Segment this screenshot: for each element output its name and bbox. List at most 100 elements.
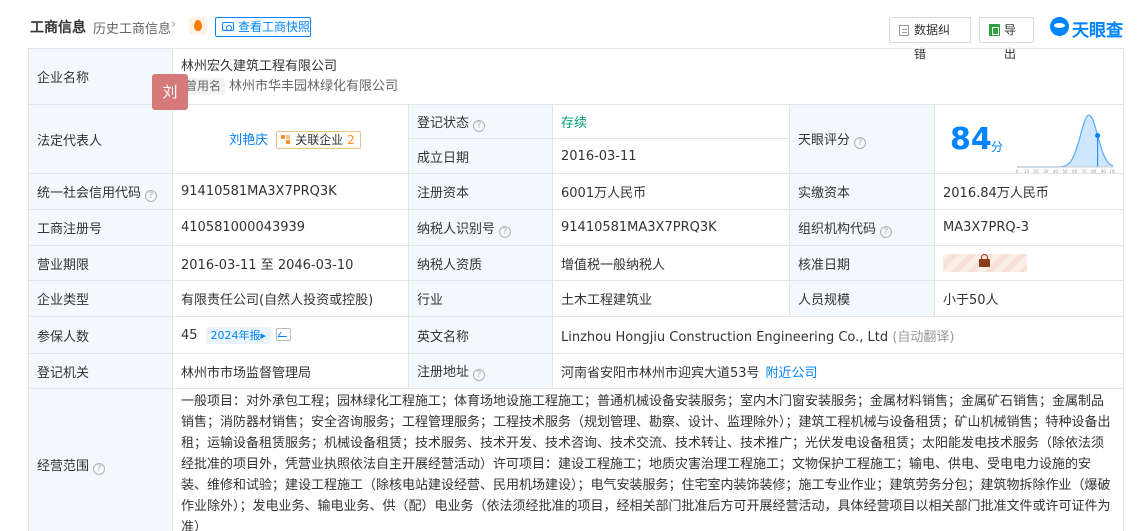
distribution-area [1017, 115, 1113, 167]
industry-value: 土木工程建筑业 [552, 280, 790, 317]
table-row: 工商注册号 410581000043939 纳税人识别号? 91410581MA… [28, 209, 1125, 246]
table-row: 登记机关 林州市市场监督管理局 注册地址? 河南省安阳市林州市迎宾大道53号 附近… [28, 353, 1125, 389]
taxpayer-id-value: 91410581MA3X7PRQ3K [552, 209, 790, 246]
section-title: 工商信息 [30, 20, 86, 36]
legal-rep-label: 法定代表人 [28, 104, 173, 174]
former-name-row: 曾用名 林州市华丰园林绿化有限公司 [181, 77, 1115, 97]
help-icon[interactable]: ? [880, 225, 893, 238]
taxpayer-type-value: 增值税一般纳税人 [552, 245, 790, 281]
distribution-tick-label: 80 [1091, 169, 1097, 173]
reg-no-value: 410581000043939 [172, 209, 409, 246]
score-widget[interactable]: 84 分 0 10 2030 4050 60 7080 90100 [933, 105, 1123, 174]
staff-size-value: 小于50人 [933, 280, 1125, 317]
related-companies-icon [281, 135, 291, 145]
company-name-cell: 林州宏久建筑工程有限公司 曾用名 林州市华丰园林绿化有限公司 [171, 48, 1125, 105]
table-row: 参保人数 45 2024年报▸ 英文名称 Linzhou Hongjiu Cons… [28, 316, 1125, 354]
related-companies-count: 2 [347, 133, 355, 147]
reg-status-label-cell: 登记状态? [408, 104, 553, 139]
help-icon[interactable]: ? [499, 225, 512, 238]
avatar[interactable]: 刘 [152, 74, 188, 110]
credit-code-label-cell: 统一社会信用代码? [28, 173, 173, 210]
related-companies-tag[interactable]: 关联企业 2 [276, 131, 361, 149]
english-name-cell: Linzhou Hongjiu Construction Engineering… [551, 316, 1125, 354]
auto-translate-note: (自动翻译) [892, 329, 955, 345]
paid-capital-label: 实缴资本 [789, 173, 935, 210]
trend-chart-icon[interactable] [276, 327, 292, 341]
distribution-tick-label: 0 [1016, 169, 1019, 173]
snapshot-label: 查看工商快照 [238, 20, 311, 34]
data-correction-button[interactable]: 数据纠错 [889, 17, 971, 61]
help-icon[interactable]: ? [93, 462, 106, 475]
table-row: 营业期限 2016-03-11 至 2046-03-10 纳税人资质 增值税一般… [28, 245, 1125, 281]
distribution-tick-label: 70 [1082, 169, 1088, 173]
insured-label: 参保人数 [28, 316, 173, 354]
related-companies-label: 关联企业 [295, 133, 344, 147]
credit-code-value: 91410581MA3X7PRQ3K [172, 173, 409, 210]
chevron-right-icon[interactable]: › [171, 17, 176, 32]
reg-address-label-cell: 注册地址? [408, 353, 553, 389]
approval-date-cell [933, 245, 1125, 281]
reg-capital-value: 6001万人民币 [552, 173, 790, 210]
insured-count: 45 [181, 327, 198, 343]
brand-name: 天眼查 [1072, 21, 1123, 41]
distribution-tick-label: 20 [1034, 169, 1040, 173]
table-row: 企业名称 林州宏久建筑工程有限公司 曾用名 林州市华丰园林绿化有限公司 [28, 48, 1125, 105]
score-unit: 分 [991, 140, 1004, 154]
industry-label: 行业 [408, 280, 553, 317]
distribution-tick-label: 30 [1043, 169, 1049, 173]
term-value: 2016-03-11 至 2046-03-10 [172, 245, 409, 281]
history-link[interactable]: 历史工商信息 [93, 18, 171, 37]
help-icon[interactable]: ? [145, 189, 158, 202]
company-name: 林州宏久建筑工程有限公司 [181, 58, 338, 74]
approval-date-label: 核准日期 [789, 245, 935, 281]
reg-status-badge: 存续 [561, 116, 588, 131]
brand-logo-icon [1050, 17, 1069, 36]
excel-icon [989, 24, 1000, 36]
scope-label: 经营范围 [37, 458, 90, 474]
distribution-tick-label: 100 [1109, 169, 1115, 173]
english-name-value: Linzhou Hongjiu Construction Engineering… [561, 329, 889, 345]
document-icon [899, 25, 909, 36]
help-icon[interactable]: ? [854, 137, 867, 149]
fire-icon[interactable] [189, 17, 207, 35]
term-label: 营业期限 [28, 245, 173, 281]
lock-icon [979, 254, 990, 267]
scope-label-cell: 经营范围? [28, 388, 173, 531]
org-code-label-cell: 组织机构代码? [789, 209, 935, 246]
camera-icon [222, 22, 234, 31]
score-marker [1095, 132, 1101, 138]
table-row: 企业类型 有限责任公司(自然人投资或控股) 行业 土木工程建筑业 人员规模 小于… [28, 280, 1125, 317]
taxpayer-type-label: 纳税人资质 [408, 245, 553, 281]
company-type-label: 企业类型 [28, 280, 173, 317]
distribution-tick-label: 60 [1072, 169, 1078, 173]
taxpayer-id-label: 纳税人识别号 [417, 221, 496, 237]
reg-address-value: 河南省安阳市林州市迎宾大道53号 [561, 365, 760, 381]
found-date-value: 2016-03-11 [552, 138, 790, 174]
help-icon[interactable]: ? [473, 119, 486, 132]
annual-report-tag[interactable]: 2024年报▸ [205, 326, 272, 344]
reg-status-label: 登记状态 [417, 115, 470, 131]
insured-cell: 45 2024年报▸ [172, 316, 409, 354]
found-date-label: 成立日期 [408, 138, 553, 174]
export-button[interactable]: 导出 [979, 17, 1034, 61]
reg-address-label: 注册地址 [417, 365, 470, 380]
paid-capital-value: 2016.84万人民币 [933, 173, 1125, 210]
legal-rep-name[interactable]: 刘艳庆 [229, 133, 268, 148]
help-icon[interactable]: ? [473, 369, 486, 381]
score-label-cell: 天眼评分? [789, 104, 935, 174]
reg-status-value: 存续 [552, 104, 790, 139]
nearby-companies-link[interactable]: 附近公司 [766, 366, 818, 381]
snapshot-button[interactable]: 查看工商快照 [215, 17, 311, 37]
legal-rep-cell: 刘艳庆 关联企业 2 [172, 104, 409, 174]
reg-authority-label: 登记机关 [28, 353, 173, 389]
org-code-value: MA3X7PRQ-3 [933, 209, 1125, 246]
score-value: 84 [950, 122, 992, 157]
score-distribution-chart: 0 10 2030 4050 60 7080 90100 [1016, 114, 1115, 173]
approval-date-locked[interactable] [943, 254, 1027, 272]
table-row: 统一社会信用代码? 91410581MA3X7PRQ3K 注册资本 6001万人… [28, 173, 1125, 210]
company-type-value: 有限责任公司(自然人投资或控股) [172, 280, 409, 317]
score-label: 天眼评分 [798, 133, 851, 148]
taxpayer-id-label-cell: 纳税人识别号? [408, 209, 553, 246]
staff-size-label: 人员规模 [789, 280, 935, 317]
table-row: 经营范围? 一般项目：对外承包工程；园林绿化工程施工；体育场地设施工程施工；普通… [28, 388, 1125, 531]
